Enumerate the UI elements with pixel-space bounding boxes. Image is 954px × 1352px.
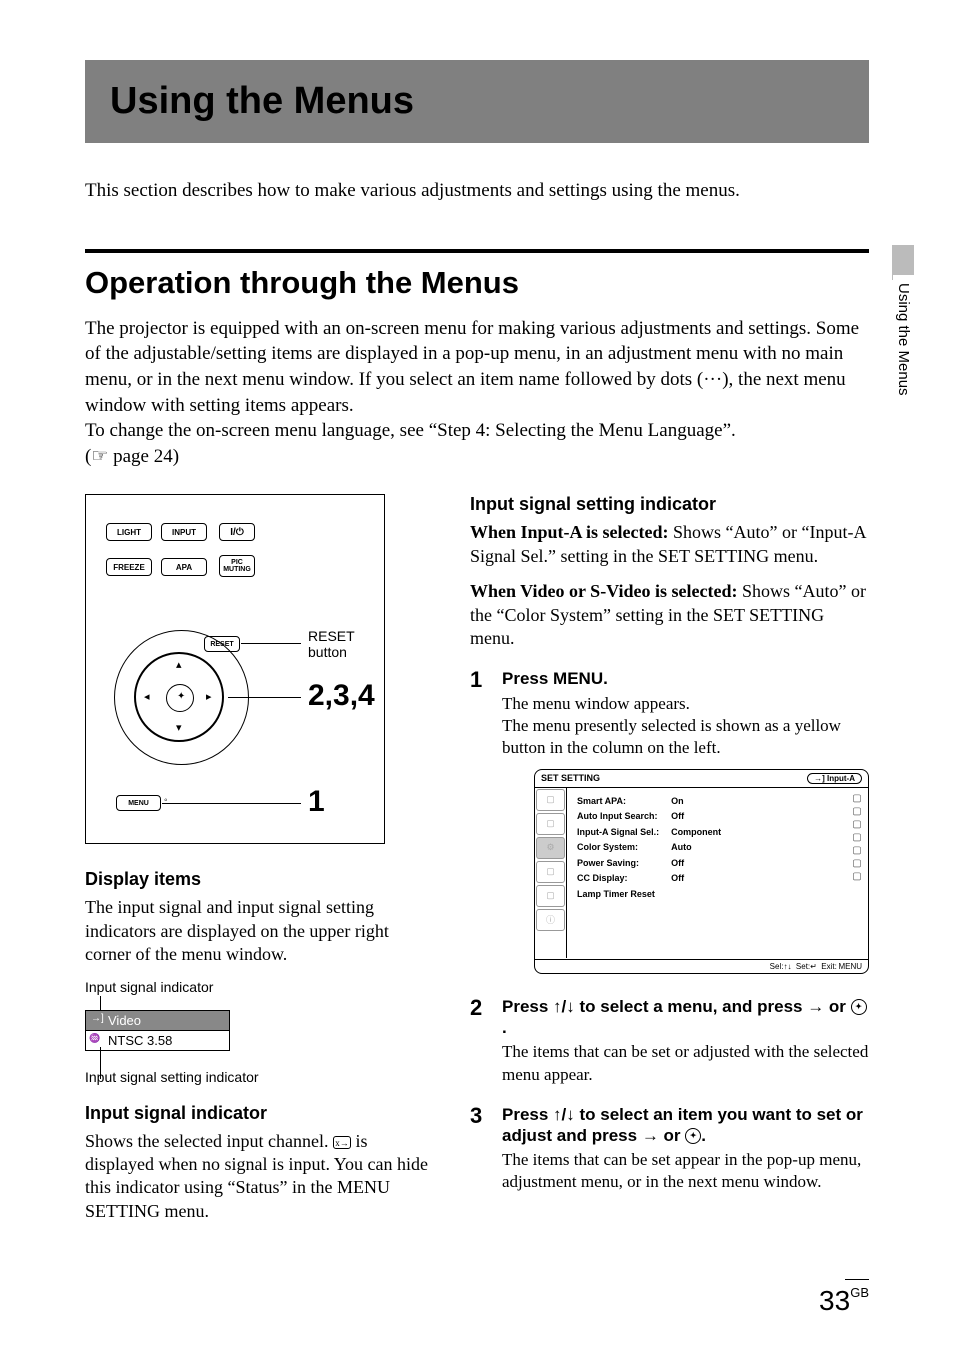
callout-234: 2,3,4 (308, 679, 375, 713)
enter-icon: ✦ (851, 999, 867, 1015)
input-signal-setting-heading: Input signal setting indicator (470, 494, 869, 515)
chapter-title: Using the Menus (110, 80, 844, 123)
menu-header-title: SET SETTING (541, 773, 600, 784)
display-items-heading: Display items (85, 869, 430, 890)
page-number: 33GB (819, 1285, 869, 1317)
left-column: LIGHT INPUT I/⏻ FREEZE APA PICMUTING RES… (85, 494, 430, 1235)
step-2-number: 2 (470, 996, 492, 1096)
menu-tab-active: ⚙ (536, 837, 565, 859)
menu-input-badge: Input-A (827, 774, 855, 783)
menu-items-list: Smart APA:On Auto Input Search:Off Input… (567, 788, 846, 958)
dpad-up-icon: ▴ (176, 660, 182, 671)
menu-footer: Sel:↑↓ Set:↵ Exit: MENU (535, 959, 868, 973)
remote-light-button: LIGHT (106, 523, 152, 541)
updown-arrow-icon-2: ↑/↓ (553, 1105, 575, 1124)
input-signal-indicator-heading: Input signal indicator (85, 1103, 430, 1124)
dpad-right-icon: ▸ (206, 692, 212, 703)
step-3-body: The items that can be set appear in the … (502, 1149, 869, 1193)
page-rule (845, 1279, 869, 1280)
input-signal-setting-indicator-label: Input signal setting indicator (85, 1069, 430, 1085)
chapter-intro: This section describes how to make vario… (85, 178, 869, 204)
video-bold: When Video or S-Video is selected: (470, 581, 742, 601)
step-1-title: Press MENU. (502, 668, 869, 689)
isi-text-pre: Shows the selected input channel. (85, 1131, 333, 1151)
dpad-left-icon: ◂ (144, 692, 150, 703)
section-body-2: To change the on-screen menu language, s… (85, 420, 736, 441)
input-a-para: When Input-A is selected: Shows “Auto” o… (470, 521, 869, 568)
dpad-down-icon: ▾ (176, 723, 182, 734)
display-items-para: The input signal and input signal settin… (85, 896, 430, 966)
indicator-video-text: Video (108, 1013, 141, 1028)
step-1-body: The menu window appears. The menu presen… (502, 693, 869, 759)
section-body: The projector is equipped with an on-scr… (85, 316, 869, 470)
updown-arrow-icon: ↑/↓ (553, 997, 575, 1016)
menu-right-icons: ▢▢▢▢▢▢▢ (846, 788, 868, 958)
indicator-ntsc-text: NTSC 3.58 (108, 1033, 172, 1048)
right-arrow-icon-2: → (642, 1126, 659, 1145)
enter-icon-2: ✦ (685, 1128, 701, 1144)
step-3: 3 Press ↑/↓ to select an item you want t… (470, 1104, 869, 1204)
menu-tab-2: ▢ (536, 813, 565, 835)
callout-reset-sub: button (308, 644, 347, 660)
section-body-1: The projector is equipped with an on-scr… (85, 318, 859, 416)
indicator-video-row: →] Video (85, 1010, 230, 1030)
remote-freeze-button: FREEZE (106, 558, 152, 576)
input-signal-indicator-label: Input signal indicator (85, 979, 430, 995)
callout-reset: RESET (308, 628, 355, 644)
remote-menu-button: MENU (116, 795, 161, 811)
step-1-number: 1 (470, 668, 492, 988)
menu-tab-5: ▢ (536, 885, 565, 907)
step-2-body: The items that can be set or adjusted wi… (502, 1041, 869, 1085)
remote-input-button: INPUT (161, 523, 207, 541)
input-signal-indicator-para: Shows the selected input channel. x→ is … (85, 1130, 430, 1224)
indicator-ntsc-row: ♒ NTSC 3.58 (85, 1030, 230, 1051)
right-column: Input signal setting indicator When Inpu… (470, 494, 869, 1235)
step-3-number: 3 (470, 1104, 492, 1204)
input-a-bold: When Input-A is selected: (470, 522, 673, 542)
remote-apa-button: APA (161, 558, 207, 576)
callout-1: 1 (308, 785, 325, 819)
video-svideo-para: When Video or S-Video is selected: Shows… (470, 580, 869, 650)
menu-screenshot: SET SETTING →] Input-A ▢ ▢ ⚙ ▢ ▢ ⓘ (534, 769, 869, 974)
chapter-header-bar: Using the Menus (85, 60, 869, 143)
step-2-title: Press ↑/↓ to select a menu, and press → … (502, 996, 869, 1039)
remote-picmuting-button: PICMUTING (219, 555, 255, 577)
side-tab-label: Using the Menus (893, 275, 914, 404)
indicator-box: →] Video ♒ NTSC 3.58 (85, 1010, 230, 1051)
step-1: 1 Press MENU. The menu window appears. T… (470, 668, 869, 988)
menu-tab-column: ▢ ▢ ⚙ ▢ ▢ ⓘ (535, 788, 567, 958)
step-2: 2 Press ↑/↓ to select a menu, and press … (470, 996, 869, 1096)
section-divider (85, 249, 869, 253)
step-3-title: Press ↑/↓ to select an item you want to … (502, 1104, 869, 1147)
remote-power-button: I/⏻ (219, 523, 255, 541)
menu-tab-1: ▢ (536, 789, 565, 811)
no-signal-icon: x→ (333, 1136, 351, 1149)
remote-diagram: LIGHT INPUT I/⏻ FREEZE APA PICMUTING RES… (85, 494, 385, 844)
section-title: Operation through the Menus (85, 265, 869, 301)
menu-tab-4: ▢ (536, 861, 565, 883)
menu-tab-6: ⓘ (536, 909, 565, 931)
right-arrow-icon: → (807, 997, 824, 1016)
page-ref: (☞ page 24) (85, 446, 179, 467)
